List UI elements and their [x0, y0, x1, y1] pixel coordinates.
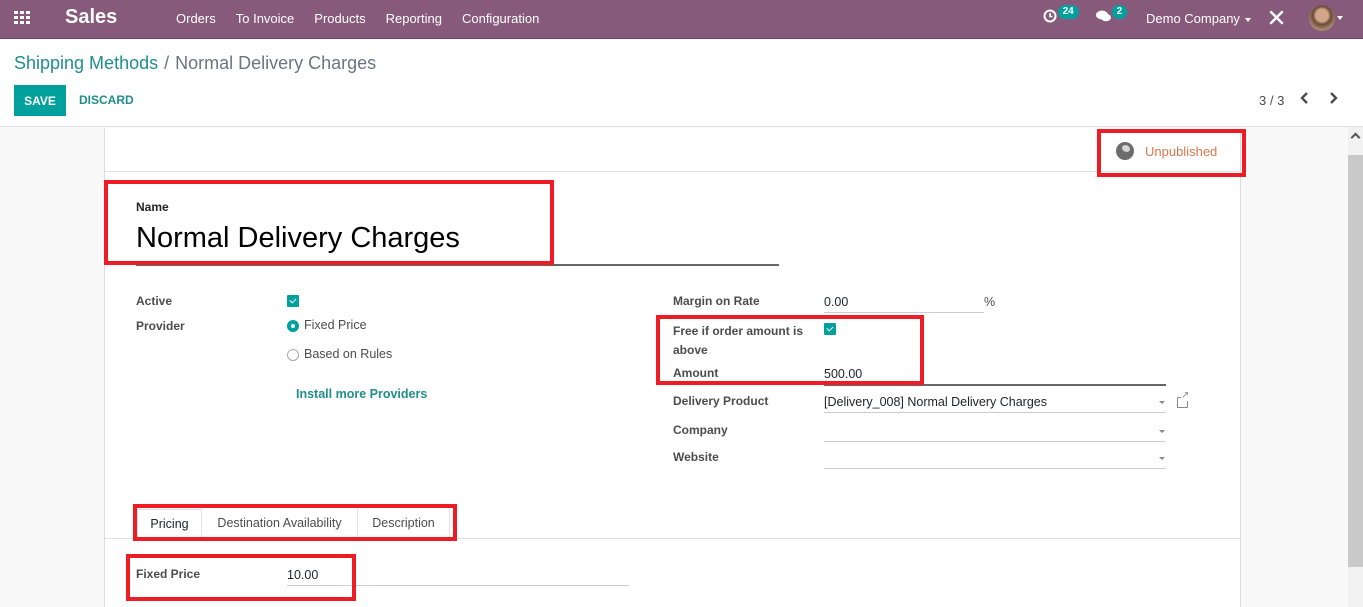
app-brand[interactable]: Sales: [65, 6, 117, 29]
top-navbar: Sales Orders To Invoice Products Reporti…: [0, 0, 1363, 39]
amount-label: Amount: [673, 366, 719, 380]
provider-option-based-on-rules[interactable]: Based on Rules: [304, 347, 392, 361]
external-link-icon[interactable]: [1177, 391, 1190, 408]
save-button[interactable]: SAVE: [14, 85, 66, 116]
company-name: Demo Company: [1146, 11, 1240, 26]
globe-icon: [1116, 142, 1134, 160]
scrollbar-thumb[interactable]: [1348, 155, 1363, 567]
chevron-left-icon: [1300, 92, 1308, 104]
free-if-checkbox[interactable]: [824, 323, 836, 335]
discard-button[interactable]: DISCARD: [79, 93, 134, 107]
margin-input[interactable]: 0.00: [824, 295, 848, 309]
publish-status: Unpublished: [1145, 143, 1218, 159]
provider-label: Provider: [136, 319, 185, 333]
tab-pricing[interactable]: Pricing: [137, 509, 202, 540]
active-checkbox[interactable]: [287, 295, 299, 307]
chevron-down-icon[interactable]: [1337, 16, 1343, 20]
vertical-scrollbar[interactable]: [1348, 127, 1363, 607]
chevron-down-icon[interactable]: [1159, 457, 1165, 460]
publish-toggle-button[interactable]: Unpublished: [1116, 142, 1217, 160]
breadcrumb: Shipping Methods / Normal Delivery Charges: [14, 53, 376, 74]
provider-radio-fixed-price[interactable]: [287, 320, 299, 332]
pager-previous-button[interactable]: [1299, 91, 1313, 107]
delivery-product-select[interactable]: [Delivery_008] Normal Delivery Charges: [824, 395, 1047, 409]
company-underline: [824, 441, 1166, 442]
provider-option-fixed-price[interactable]: Fixed Price: [304, 318, 367, 332]
fixed-price-label: Fixed Price: [136, 567, 201, 581]
menu-reporting[interactable]: Reporting: [386, 11, 442, 26]
tab-destination-availability[interactable]: Destination Availability: [202, 509, 358, 539]
debug-tools-button[interactable]: [1269, 10, 1284, 28]
user-avatar[interactable]: [1309, 5, 1335, 31]
menu-orders[interactable]: Orders: [176, 11, 216, 26]
pager-value[interactable]: 3 / 3: [1259, 93, 1284, 108]
form-content: Unpublished Name Normal Delivery Charges…: [0, 127, 1348, 607]
active-label: Active: [136, 294, 173, 308]
pager-next-button[interactable]: [1327, 91, 1341, 107]
name-label: Name: [136, 200, 169, 214]
margin-underline: [824, 312, 984, 313]
company-switcher[interactable]: Demo Company: [1146, 11, 1251, 26]
control-panel: Shipping Methods / Normal Delivery Charges…: [0, 40, 1363, 127]
clock-icon: [1043, 9, 1057, 23]
main-menu: Orders To Invoice Products Reporting Con…: [176, 11, 559, 26]
chevron-down-icon: [1244, 17, 1251, 22]
messages-badge: 2: [1111, 5, 1128, 19]
amount-underline: [824, 384, 1166, 386]
menu-to-invoice[interactable]: To Invoice: [236, 11, 295, 26]
notebook-tabs: Pricing Destination Availability Descrip…: [105, 509, 1240, 540]
website-underline: [824, 468, 1166, 469]
messages-menu[interactable]: 2: [1096, 5, 1131, 23]
margin-unit: %: [984, 295, 996, 309]
margin-label: Margin on Rate: [673, 294, 760, 308]
free-if-label: Free if order amount is above: [673, 324, 804, 357]
tab-description[interactable]: Description: [358, 509, 450, 539]
tools-icon: [1269, 10, 1284, 25]
scroll-up-icon[interactable]: [1351, 131, 1359, 139]
chat-icon: [1096, 10, 1111, 22]
fixed-price-input[interactable]: 10.00: [287, 568, 318, 582]
chevron-right-icon: [1330, 92, 1338, 104]
name-input[interactable]: Normal Delivery Charges: [136, 220, 779, 266]
fixed-price-underline: [287, 585, 629, 586]
button-box: Unpublished: [105, 128, 1240, 172]
amount-input[interactable]: 500.00: [824, 367, 862, 381]
breadcrumb-parent[interactable]: Shipping Methods: [14, 53, 158, 73]
delivery-product-underline: [824, 412, 1166, 413]
apps-grid-icon[interactable]: [14, 11, 32, 25]
website-label: Website: [673, 450, 719, 464]
menu-products[interactable]: Products: [314, 11, 365, 26]
breadcrumb-current: Normal Delivery Charges: [175, 53, 377, 73]
company-label: Company: [673, 423, 728, 437]
activity-badge: 24: [1057, 5, 1079, 19]
form-sheet: Unpublished Name Normal Delivery Charges…: [104, 128, 1241, 607]
chevron-down-icon[interactable]: [1159, 430, 1165, 433]
provider-radio-based-on-rules[interactable]: [287, 349, 299, 361]
chevron-down-icon[interactable]: [1159, 401, 1165, 404]
delivery-product-label: Delivery Product: [673, 394, 769, 408]
menu-configuration[interactable]: Configuration: [462, 11, 539, 26]
install-providers-link[interactable]: Install more Providers: [296, 387, 427, 401]
activity-menu[interactable]: 24: [1043, 5, 1082, 23]
breadcrumb-separator: /: [164, 53, 170, 73]
